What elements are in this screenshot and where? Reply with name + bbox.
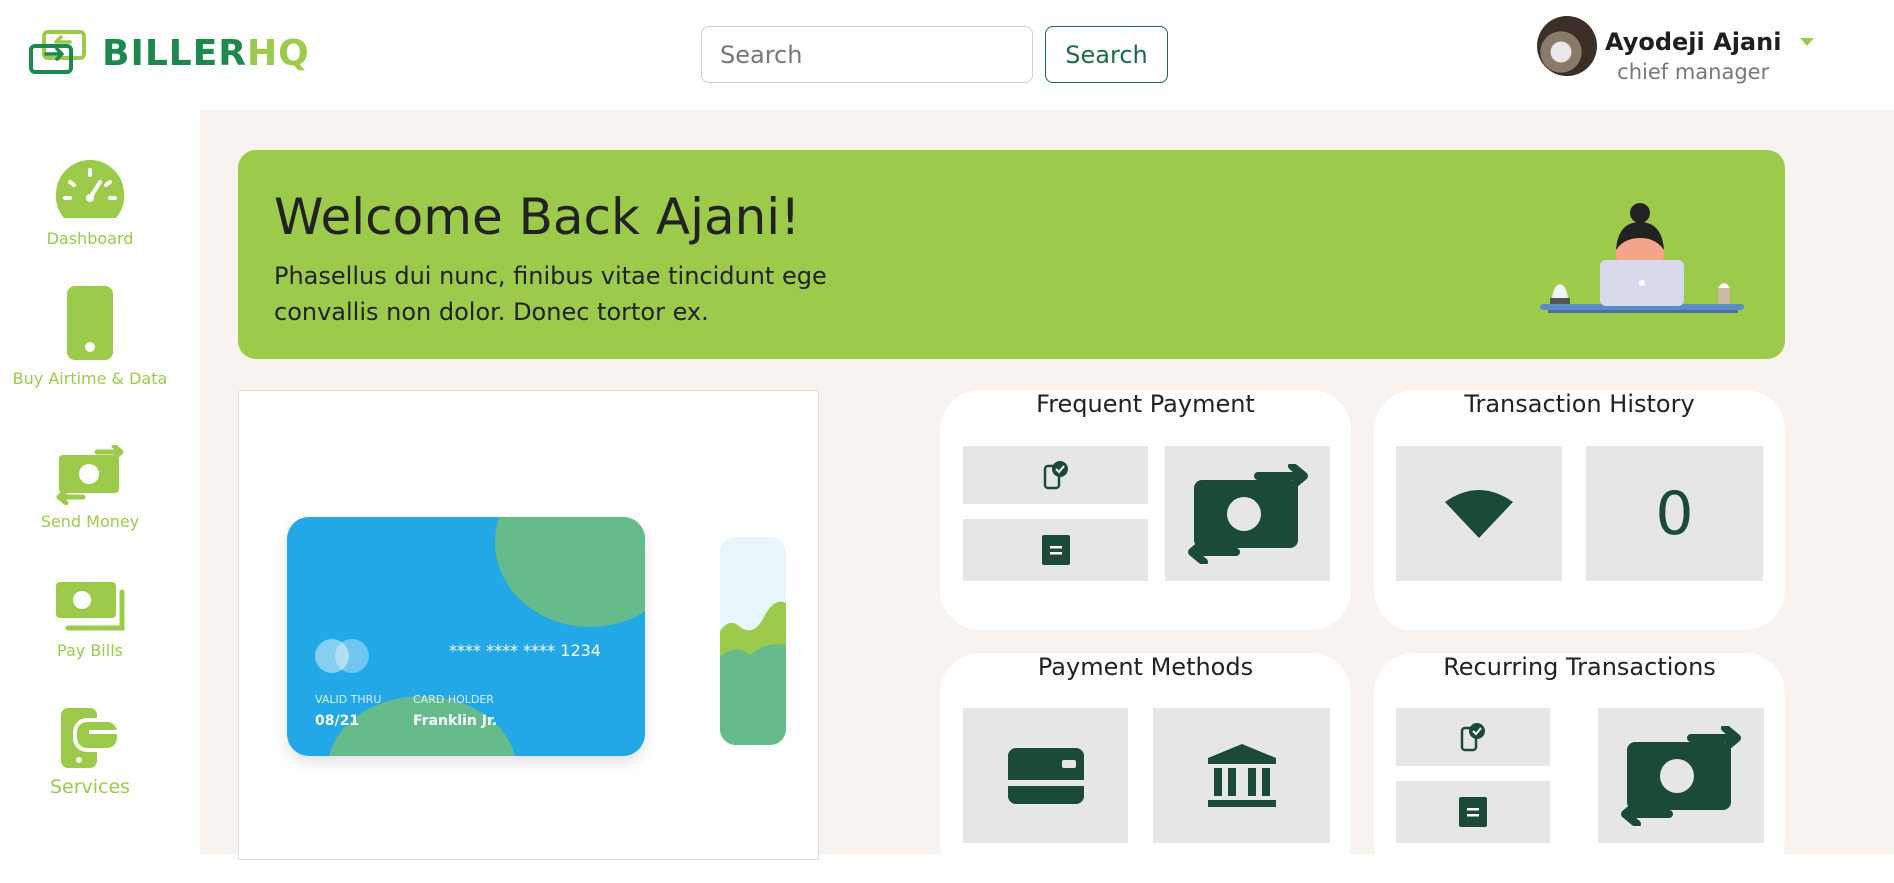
- banner-title: Welcome Back Ajani!: [274, 188, 801, 246]
- transaction-count-box[interactable]: 0: [1586, 446, 1763, 581]
- card-number: **** **** **** 1234: [449, 641, 601, 660]
- money-transfer-icon: [1187, 463, 1308, 564]
- sidebar-item-label: Dashboard: [46, 229, 134, 248]
- welcome-banner: Welcome Back Ajani! Phasellus dui nunc, …: [238, 150, 1785, 359]
- user-profile[interactable]: Ayodeji Ajani chief manager: [1537, 16, 1781, 84]
- frequent-payment-option[interactable]: [963, 519, 1148, 581]
- logo-text: BILLERHQ: [102, 33, 310, 74]
- card-holder-label: CARD HOLDER: [413, 693, 494, 706]
- phone-icon: [67, 286, 113, 360]
- recurring-option[interactable]: [1396, 708, 1550, 766]
- transaction-history-tile: Transaction History 0: [1374, 390, 1785, 630]
- logo-text-biller: BILLER: [102, 32, 248, 74]
- receipt-icon: [1041, 535, 1070, 565]
- recurring-transactions-tile: Recurring Transactions: [1374, 653, 1785, 883]
- tile-title: Frequent Payment: [1036, 390, 1255, 418]
- bank-icon: [1207, 743, 1276, 807]
- payment-methods-tile: Payment Methods: [940, 653, 1351, 883]
- app-logo[interactable]: BILLERHQ: [28, 30, 310, 76]
- sidebar-item-label: Send Money: [40, 512, 140, 531]
- frequent-payment-option[interactable]: [1165, 446, 1330, 581]
- tile-title: Recurring Transactions: [1443, 653, 1716, 681]
- sidebar-item-label: Buy Airtime & Data: [12, 369, 168, 388]
- recurring-option[interactable]: [1396, 781, 1550, 843]
- chevron-down-icon[interactable]: [1800, 38, 1814, 46]
- tile-title: Transaction History: [1464, 390, 1695, 418]
- payment-method-card[interactable]: [963, 708, 1128, 843]
- payment-method-bank[interactable]: [1153, 708, 1330, 843]
- wifi-icon: [1445, 489, 1513, 538]
- frequent-payment-tile: Frequent Payment: [940, 390, 1351, 630]
- sidebar-item-pay-bills[interactable]: Pay Bills: [0, 580, 180, 662]
- user-name: Ayodeji Ajani: [1605, 28, 1782, 56]
- credit-card[interactable]: **** **** **** 1234 VALID THRU 08/21 CAR…: [287, 517, 645, 756]
- gauge-icon: [55, 160, 125, 218]
- services-icon: [61, 708, 121, 768]
- money-transfer-icon: [56, 445, 124, 505]
- card-valid-label: VALID THRU: [315, 693, 382, 706]
- credit-card-icon: [1007, 747, 1084, 804]
- card-valid-value: 08/21: [315, 713, 360, 729]
- card-brand-logo: [335, 639, 369, 673]
- sidebar-item-label: Services: [49, 776, 131, 798]
- transaction-history-option[interactable]: [1396, 446, 1562, 581]
- mini-card-preview[interactable]: [720, 537, 786, 745]
- frequent-payment-option[interactable]: [963, 446, 1148, 504]
- mini-card-wave: [720, 601, 786, 745]
- card-panel: **** **** **** 1234 VALID THRU 08/21 CAR…: [238, 390, 819, 860]
- sidebar-item-services[interactable]: Services: [0, 706, 180, 798]
- logo-transfer-icon: [29, 30, 86, 74]
- bills-icon: [56, 582, 125, 631]
- sidebar-item-send-money[interactable]: Send Money: [0, 445, 180, 533]
- tile-title: Payment Methods: [1037, 653, 1254, 681]
- avatar[interactable]: [1537, 16, 1597, 76]
- main-content: Welcome Back Ajani! Phasellus dui nunc, …: [200, 110, 1894, 883]
- money-transfer-icon: [1621, 725, 1741, 826]
- sidebar: Dashboard Buy Airtime & Data Send Money …: [0, 110, 200, 854]
- sidebar-item-label: Pay Bills: [57, 641, 123, 660]
- sidebar-item-dashboard[interactable]: Dashboard: [0, 158, 180, 250]
- search-button[interactable]: Search: [1045, 26, 1168, 83]
- phone-check-icon: [1460, 723, 1485, 752]
- phone-check-icon: [1043, 461, 1068, 490]
- search-input[interactable]: [701, 26, 1033, 83]
- logo-text-hq: HQ: [247, 32, 310, 74]
- receipt-icon: [1459, 797, 1487, 827]
- top-header: BILLERHQ Search Ayodeji Ajani chief mana…: [0, 0, 1894, 110]
- sidebar-item-airtime[interactable]: Buy Airtime & Data: [0, 284, 180, 390]
- user-role: chief manager: [1617, 60, 1770, 84]
- card-holder-value: Franklin Jr.: [413, 713, 498, 729]
- person-at-laptop-illustration: [1540, 203, 1744, 313]
- card-decoration: [495, 517, 645, 627]
- recurring-option[interactable]: [1598, 708, 1764, 843]
- transaction-count: 0: [1655, 478, 1694, 549]
- banner-subtitle: Phasellus dui nunc, finibus vitae tincid…: [274, 262, 827, 326]
